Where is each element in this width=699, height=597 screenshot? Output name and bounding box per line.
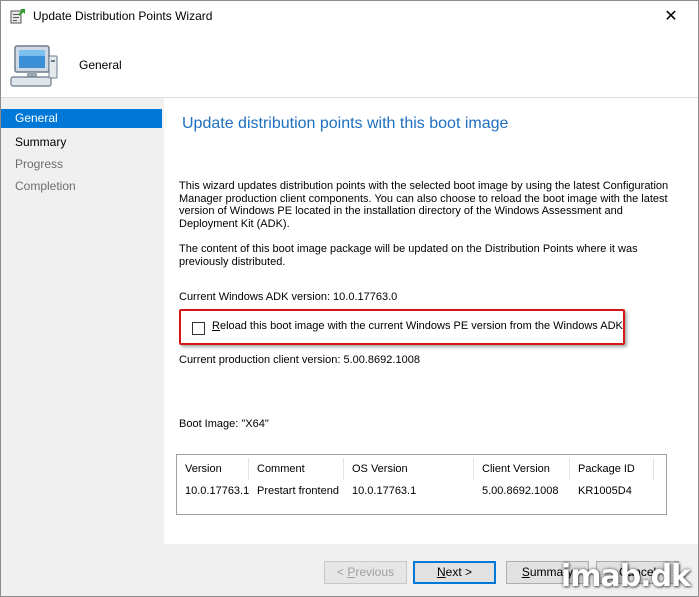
sidebar-item-summary[interactable]: Summary — [1, 131, 162, 153]
wizard-window: Update Distribution Points Wizard ✕ Gene… — [0, 0, 699, 597]
column-header-version[interactable]: Version — [177, 458, 249, 480]
boot-image-text: Boot Image: "X64" — [179, 418, 269, 430]
page-title: Update distribution points with this boo… — [182, 115, 509, 132]
sidebar-item-general[interactable]: General — [1, 109, 162, 128]
window-title: Update Distribution Points Wizard — [33, 9, 213, 23]
summary-mnemonic: S — [521, 565, 530, 579]
next-label: ext > — [445, 565, 473, 579]
column-header-os-version[interactable]: OS Version — [344, 458, 474, 480]
wizard-steps-sidebar: General Summary Progress Completion — [1, 109, 162, 597]
previous-button[interactable]: < Previous — [324, 561, 407, 584]
table-row[interactable]: 10.0.17763.1 Prestart frontend 10.0.1776… — [177, 480, 666, 502]
distribution-paragraph: The content of this boot image package w… — [179, 243, 638, 268]
watermark-text: imab.dk — [560, 559, 691, 594]
reload-label-mnemonic: R — [212, 320, 220, 332]
sidebar-item-completion: Completion — [15, 179, 76, 193]
adk-version-text: Current Windows ADK version: 10.0.17763.… — [179, 291, 398, 303]
previous-prefix: < — [336, 565, 348, 579]
column-header-package-id[interactable]: Package ID — [570, 458, 654, 480]
table-header-row: Version Comment OS Version Client Versio… — [177, 458, 666, 480]
computer-monitor-icon — [10, 45, 58, 87]
cell-comment: Prestart frontend — [257, 485, 339, 497]
column-header-client-version[interactable]: Client Version — [474, 458, 570, 480]
cell-client-version: 5.00.8692.1008 — [482, 485, 559, 497]
sidebar-item-progress: Progress — [15, 157, 64, 171]
wizard-header: General — [1, 32, 698, 98]
cell-os-version: 10.0.17763.1 — [352, 485, 417, 497]
reload-boot-image-label[interactable]: Reload this boot image with the current … — [212, 320, 623, 332]
header-title: General — [79, 58, 122, 72]
boot-image-table: Version Comment OS Version Client Versio… — [176, 454, 667, 515]
wizard-app-icon — [10, 9, 25, 24]
cell-package-id: KR1005D4 — [578, 485, 632, 497]
content-panel: Update distribution points with this boo… — [164, 98, 698, 544]
previous-label: revious — [355, 565, 395, 579]
column-header-comment[interactable]: Comment — [249, 458, 344, 480]
title-bar: Update Distribution Points Wizard ✕ — [1, 1, 698, 32]
reload-label-text: eload this boot image with the current W… — [219, 320, 623, 332]
next-mnemonic: N — [436, 565, 446, 579]
reload-boot-image-checkbox[interactable] — [192, 322, 205, 335]
cell-version: 10.0.17763.1 — [185, 485, 250, 497]
reload-option-highlight: Reload this boot image with the current … — [179, 309, 625, 345]
close-button[interactable]: ✕ — [648, 1, 694, 31]
next-button[interactable]: Next > — [413, 561, 496, 584]
close-icon: ✕ — [664, 8, 678, 25]
client-version-text: Current production client version: 5.00.… — [179, 354, 420, 366]
intro-paragraph: This wizard updates distribution points … — [179, 180, 669, 230]
